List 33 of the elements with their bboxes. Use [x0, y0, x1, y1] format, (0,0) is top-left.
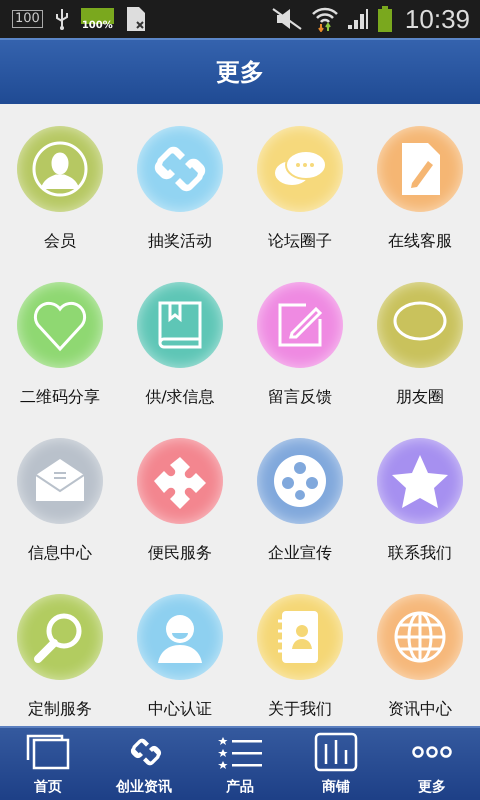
menu-label: 中心认证	[148, 699, 212, 720]
menu-label: 便民服务	[148, 543, 212, 564]
menu-label: 二维码分享	[20, 387, 100, 408]
battery-icon	[376, 6, 393, 32]
person-icon	[30, 139, 90, 199]
menu-label: 朋友圈	[396, 387, 444, 408]
clock: 10:39	[404, 4, 470, 34]
menu-label: 抽奖活动	[148, 231, 212, 252]
sim-card-icon	[126, 6, 146, 32]
menu-label: 资讯中心	[388, 699, 452, 720]
menu-label: 论坛圈子	[268, 231, 332, 252]
menu-label: 会员	[44, 231, 76, 252]
menu-label: 供/求信息	[145, 387, 215, 408]
signal-icon	[346, 8, 369, 30]
nav-tab[interactable]: 商铺	[288, 728, 384, 800]
storage-indicator: 100	[12, 10, 43, 28]
menu-label: 定制服务	[28, 699, 92, 720]
page-title: 更多	[216, 57, 264, 88]
menu-label: 企业宣传	[268, 543, 332, 564]
pages-icon	[26, 732, 70, 772]
nav-tab[interactable]: 首页	[0, 728, 96, 800]
usb-icon	[54, 7, 69, 31]
nav-tab[interactable]: 更多	[384, 728, 480, 800]
menu-label: 在线客服	[388, 231, 452, 252]
nav-tab[interactable]: 产品	[192, 728, 288, 800]
menu-label: 信息中心	[28, 543, 92, 564]
wifi-icon	[310, 6, 339, 32]
bar-chart-icon	[314, 732, 358, 772]
menu-label: 关于我们	[268, 699, 332, 720]
menu-label: 联系我们	[388, 543, 452, 564]
nav-tab[interactable]: 创业资讯	[96, 728, 192, 800]
mute-icon	[270, 7, 303, 31]
menu-label: 留言反馈	[268, 387, 332, 408]
